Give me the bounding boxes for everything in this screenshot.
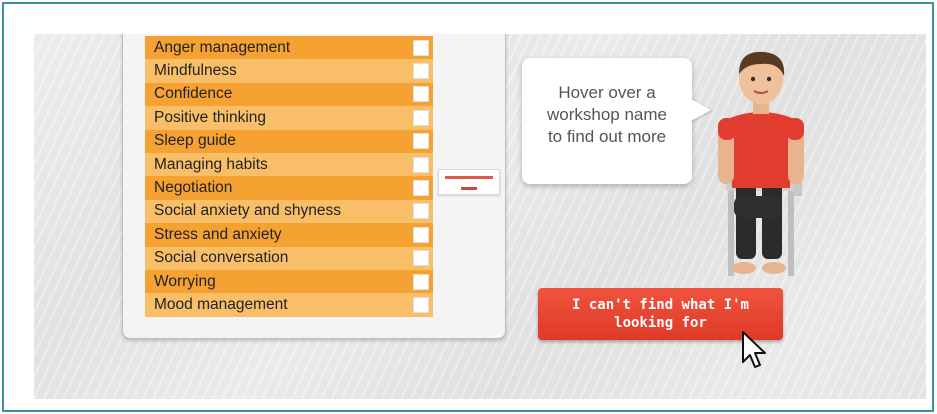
speech-bubble-text: Hover over a workshop name to find out m… — [522, 82, 692, 148]
workshop-checkbox[interactable] — [413, 63, 429, 80]
paper-background: Anger management Mindfulness Confidence Pos… — [34, 34, 926, 399]
workshop-label[interactable]: Mindfulness — [145, 62, 237, 80]
workshop-preview-thumbnail — [438, 169, 500, 195]
workshop-label[interactable]: Positive thinking — [145, 109, 266, 127]
workshop-label[interactable]: Sleep guide — [145, 132, 236, 150]
workshop-item[interactable]: Social conversation — [145, 246, 433, 270]
seated-person-illustration — [718, 51, 804, 276]
workshop-label[interactable]: Worrying — [145, 273, 216, 291]
workshop-label[interactable]: Confidence — [145, 85, 232, 103]
workshop-checkbox[interactable] — [413, 86, 429, 103]
workshop-checkbox[interactable] — [413, 156, 429, 173]
workshop-item[interactable]: Sleep guide — [145, 129, 433, 153]
bubble-line-2: workshop name — [546, 105, 667, 124]
workshop-checkbox[interactable] — [413, 133, 429, 150]
workshop-item[interactable]: Positive thinking — [145, 106, 433, 130]
workshop-checkbox[interactable] — [413, 180, 429, 197]
workshop-label[interactable]: Managing habits — [145, 156, 268, 174]
workshop-item[interactable]: Managing habits — [145, 152, 433, 177]
workshop-label[interactable]: Anger management — [145, 39, 290, 57]
workshop-checkbox[interactable] — [413, 109, 429, 126]
workshop-label[interactable]: Stress and anxiety — [145, 226, 282, 244]
workshop-checkbox[interactable] — [413, 296, 429, 313]
arrow-cursor-icon — [742, 331, 766, 368]
workshop-label[interactable]: Mood management — [145, 296, 288, 314]
workshop-item[interactable]: Worrying — [145, 269, 433, 294]
content-frame: Anger management Mindfulness Confidence Pos… — [2, 2, 934, 412]
workshop-item[interactable]: Mood management — [145, 293, 433, 317]
workshop-checkbox[interactable] — [413, 226, 429, 243]
bubble-line-3: to find out more — [547, 127, 667, 146]
bubble-line-1: Hover over a — [558, 83, 656, 102]
workshop-label[interactable]: Negotiation — [145, 179, 232, 197]
speech-bubble: Hover over a workshop name to find out m… — [522, 58, 692, 184]
cant-find-button-line-1: I can't find what I'm — [571, 297, 749, 313]
workshop-item[interactable]: Mindfulness — [145, 59, 433, 83]
workshop-checkbox[interactable] — [413, 203, 429, 220]
workshop-item[interactable]: Stress and anxiety — [145, 223, 433, 247]
workshop-checkbox[interactable] — [413, 250, 429, 267]
workshop-list: Anger management Mindfulness Confidence Pos… — [145, 36, 433, 317]
thumbnail-title-line — [445, 176, 493, 179]
workshop-label[interactable]: Social conversation — [145, 249, 288, 267]
workshop-checkbox[interactable] — [413, 273, 429, 290]
workshop-item[interactable]: Social anxiety and shyness — [145, 199, 433, 224]
workshop-item[interactable]: Negotiation — [145, 176, 433, 200]
workshop-item[interactable]: Confidence — [145, 82, 433, 107]
workshop-checkbox[interactable] — [413, 39, 429, 56]
workshop-item[interactable]: Anger management — [145, 36, 433, 60]
workshop-label[interactable]: Social anxiety and shyness — [145, 202, 341, 220]
thumbnail-button-line — [461, 187, 477, 190]
